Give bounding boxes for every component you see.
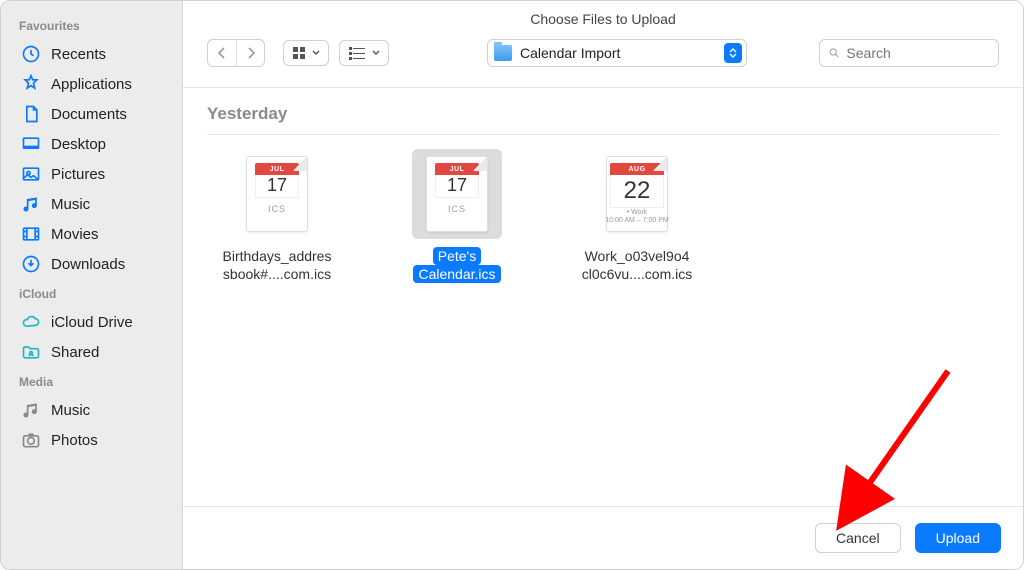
chevron-down-icon	[312, 50, 320, 56]
applications-icon	[21, 74, 41, 94]
group-header: Yesterday	[207, 104, 999, 135]
file-grid: JUL 17 ICS Birthdays_addressbook#....com…	[207, 149, 999, 283]
chevron-left-icon	[217, 47, 227, 59]
group-icon	[348, 46, 366, 60]
calendar-day: 17	[435, 175, 479, 198]
search-input[interactable]	[846, 45, 990, 61]
calendar-month-band: AUG	[610, 163, 664, 175]
music-icon	[21, 400, 41, 420]
downloads-icon	[21, 254, 41, 274]
back-button[interactable]	[208, 40, 236, 66]
sidebar-item-media-photos[interactable]: Photos	[13, 425, 182, 455]
icon-view-button[interactable]	[283, 40, 329, 66]
sidebar-section-favourites: Favourites	[19, 19, 182, 33]
search-box[interactable]	[819, 39, 999, 67]
sidebar-item-label: Shared	[51, 344, 99, 361]
sidebar-item-shared[interactable]: Shared	[13, 337, 182, 367]
chevron-down-icon	[372, 50, 380, 56]
movies-icon	[21, 224, 41, 244]
calendar-month-band: JUL	[255, 163, 299, 175]
sidebar-item-applications[interactable]: Applications	[13, 69, 182, 99]
sidebar-item-label: Movies	[51, 226, 99, 243]
sidebar-section-icloud: iCloud	[19, 287, 182, 301]
cancel-button[interactable]: Cancel	[815, 523, 901, 553]
file-thumbnail: JUL 17 ICS	[426, 156, 488, 232]
file-item[interactable]: AUG 22 • Work 10:00 AM – 7:00 PM Work_o0…	[567, 149, 707, 283]
chevron-right-icon	[246, 47, 256, 59]
music-icon	[21, 194, 41, 214]
sidebar-item-icloud-drive[interactable]: iCloud Drive	[13, 307, 182, 337]
path-dropdown[interactable]: Calendar Import	[487, 39, 747, 67]
main-panel: Choose Files to Upload	[183, 1, 1023, 569]
dialog-footer: Cancel Upload	[183, 506, 1023, 569]
sidebar-item-desktop[interactable]: Desktop	[13, 129, 182, 159]
grid-icon	[292, 46, 306, 60]
sidebar-item-label: Photos	[51, 432, 98, 449]
forward-button[interactable]	[236, 40, 264, 66]
file-label: Work_o03vel9o4cl0c6vu....com.ics	[567, 247, 707, 283]
dropdown-toggle-icon	[724, 43, 742, 63]
sidebar-item-label: Desktop	[51, 136, 106, 153]
file-thumbnail: AUG 22 • Work 10:00 AM – 7:00 PM	[606, 156, 668, 232]
sidebar-item-recents[interactable]: Recents	[13, 39, 182, 69]
file-type-tag: ICS	[268, 204, 286, 214]
group-view-button[interactable]	[339, 40, 389, 66]
sidebar-section-media: Media	[19, 375, 182, 389]
file-browser-content: Yesterday JUL 17 ICS Birthdays_addressbo…	[183, 88, 1023, 506]
sidebar-item-movies[interactable]: Movies	[13, 219, 182, 249]
sidebar-item-pictures[interactable]: Pictures	[13, 159, 182, 189]
pictures-icon	[21, 164, 41, 184]
sidebar-item-downloads[interactable]: Downloads	[13, 249, 182, 279]
upload-button[interactable]: Upload	[915, 523, 1001, 553]
calendar-day: 17	[255, 175, 299, 198]
sidebar-item-label: Downloads	[51, 256, 125, 273]
file-picker-window: Favourites Recents Applications Document…	[0, 0, 1024, 570]
search-icon	[828, 46, 840, 60]
desktop-icon	[21, 134, 41, 154]
sidebar-item-label: iCloud Drive	[51, 314, 133, 331]
file-item-selected[interactable]: JUL 17 ICS Pete'sCalendar.ics	[387, 149, 527, 283]
toolbar: Calendar Import	[183, 35, 1023, 88]
calendar-day: 22	[610, 175, 664, 208]
file-type-tag: ICS	[448, 204, 466, 214]
sidebar-item-label: Recents	[51, 46, 106, 63]
camera-icon	[21, 430, 41, 450]
sidebar-item-label: Documents	[51, 106, 127, 123]
calendar-subtext: 10:00 AM – 7:00 PM	[605, 217, 668, 224]
folder-icon	[494, 45, 512, 61]
path-label: Calendar Import	[520, 45, 620, 61]
file-thumbnail: JUL 17 ICS	[246, 156, 308, 232]
sidebar-item-music[interactable]: Music	[13, 189, 182, 219]
file-item[interactable]: JUL 17 ICS Birthdays_addressbook#....com…	[207, 149, 347, 283]
sidebar-item-label: Music	[51, 402, 90, 419]
document-icon	[21, 104, 41, 124]
calendar-month-band: JUL	[435, 163, 479, 175]
file-label: Pete'sCalendar.ics	[387, 247, 527, 283]
calendar-subtext: • Work	[627, 209, 648, 216]
window-title: Choose Files to Upload	[183, 1, 1023, 35]
clock-icon	[21, 44, 41, 64]
sidebar-item-label: Applications	[51, 76, 132, 93]
file-label: Birthdays_addressbook#....com.ics	[207, 247, 347, 283]
sidebar-item-media-music[interactable]: Music	[13, 395, 182, 425]
nav-buttons	[207, 39, 265, 67]
sidebar-item-label: Music	[51, 196, 90, 213]
shared-folder-icon	[21, 342, 41, 362]
sidebar: Favourites Recents Applications Document…	[1, 1, 183, 569]
sidebar-item-documents[interactable]: Documents	[13, 99, 182, 129]
cloud-icon	[21, 312, 41, 332]
sidebar-item-label: Pictures	[51, 166, 105, 183]
